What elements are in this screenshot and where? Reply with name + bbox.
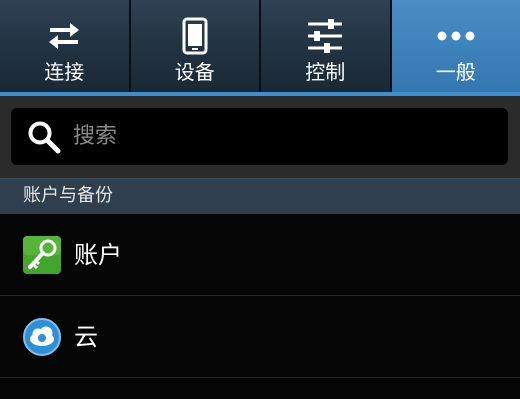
list-item-accounts[interactable]: 账户 xyxy=(0,214,520,296)
search-icon xyxy=(27,120,61,154)
item-label: 账户 xyxy=(74,241,122,269)
tab-controls[interactable]: 控制 xyxy=(261,0,392,92)
tab-general[interactable]: 一般 xyxy=(391,0,520,92)
settings-screen: 连接 设备 控制 一般 搜索 账户与备份 账户 云 xyxy=(0,0,520,399)
tab-label: 控制 xyxy=(305,60,346,84)
tab-label: 一般 xyxy=(435,60,476,84)
more-dots-icon xyxy=(436,16,476,56)
tab-label: 设备 xyxy=(174,60,215,84)
search-box[interactable] xyxy=(11,108,508,165)
tab-label: 连接 xyxy=(44,60,85,84)
section-title: 账户与备份 xyxy=(23,185,113,206)
phone-device-icon xyxy=(175,16,215,56)
cloud-icon xyxy=(23,318,61,356)
swap-arrows-icon xyxy=(44,16,84,56)
tab-connections[interactable]: 连接 xyxy=(0,0,131,92)
item-label: 云 xyxy=(74,323,98,351)
key-icon xyxy=(23,236,61,274)
list-item-cloud[interactable]: 云 xyxy=(0,296,520,378)
section-header: 账户与备份 xyxy=(0,178,520,214)
tab-device[interactable]: 设备 xyxy=(130,0,261,92)
settings-tab-bar: 连接 设备 控制 一般 xyxy=(0,0,520,97)
search-input[interactable] xyxy=(73,108,493,165)
sliders-icon xyxy=(305,16,345,56)
settings-list: 账户 云 xyxy=(0,214,520,378)
search-bar xyxy=(0,96,520,178)
